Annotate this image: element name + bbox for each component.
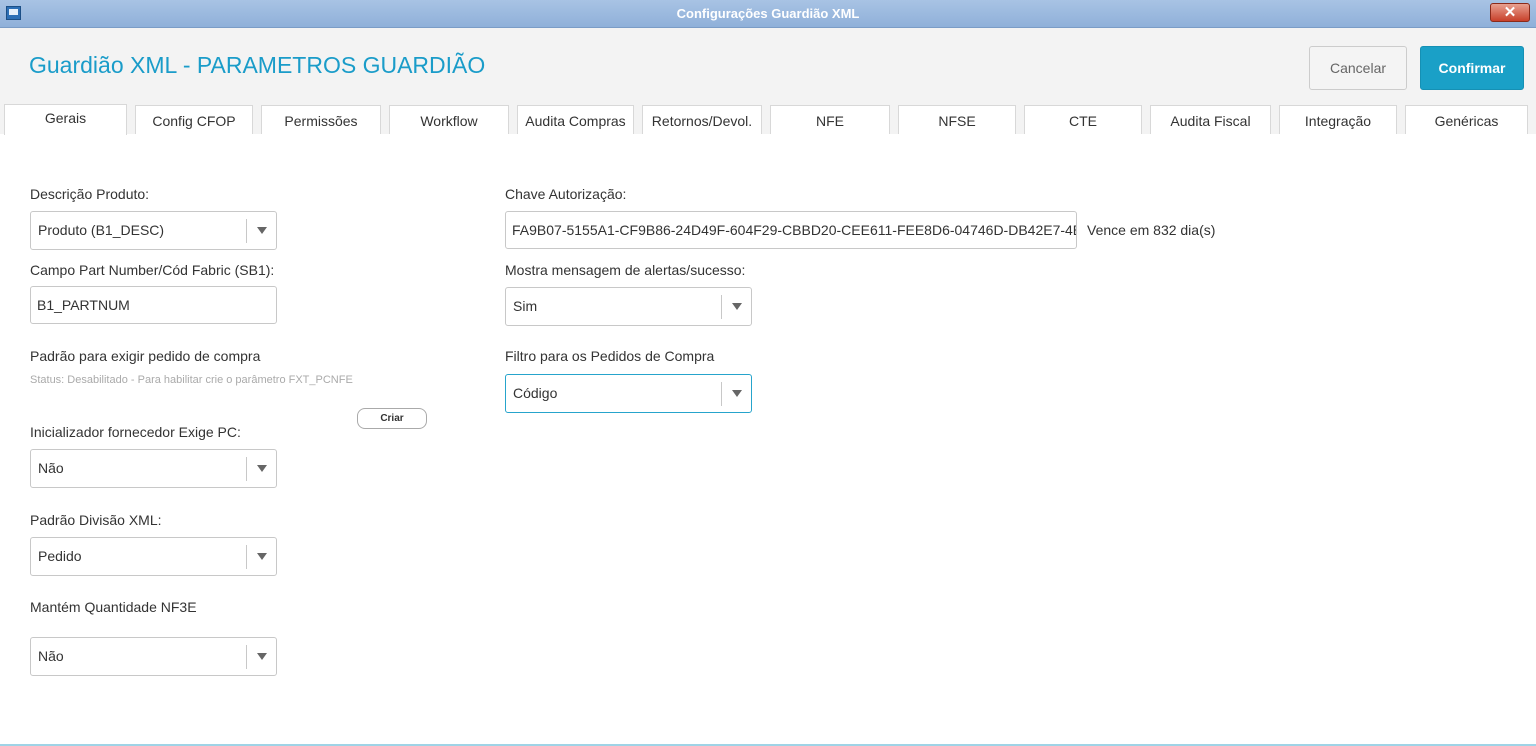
campo-part-number-input[interactable]: B1_PARTNUM xyxy=(30,286,277,324)
select-divider xyxy=(246,457,247,481)
chevron-down-icon xyxy=(257,553,267,560)
cancel-button[interactable]: Cancelar xyxy=(1309,46,1407,90)
chave-autorizacao-input[interactable]: FA9B07-5155A1-CF9B86-24D49F-604F29-CBBD2… xyxy=(505,211,1077,249)
divisao-xml-select[interactable]: Pedido xyxy=(30,537,277,576)
tab-genericas[interactable]: Genéricas xyxy=(1405,105,1528,135)
dialog-header: Guardião XML - PARAMETROS GUARDIÃO Cance… xyxy=(0,28,1536,104)
chevron-down-icon xyxy=(257,227,267,234)
tab-permissoes[interactable]: Permissões xyxy=(261,105,381,135)
page-title: Guardião XML - PARAMETROS GUARDIÃO xyxy=(29,52,486,78)
divisao-xml-label: Padrão Divisão XML: xyxy=(30,512,162,528)
select-divider xyxy=(246,545,247,569)
tab-nfse[interactable]: NFSE xyxy=(898,105,1016,135)
padrao-pedido-label: Padrão para exigir pedido de compra xyxy=(30,348,261,364)
filtro-pedidos-label: Filtro para os Pedidos de Compra xyxy=(505,348,715,364)
mostra-mensagem-label: Mostra mensagem de alertas/sucesso: xyxy=(505,262,746,278)
select-divider xyxy=(246,645,247,669)
tab-bar: Gerais Config CFOP Permissões Workflow A… xyxy=(0,104,1536,135)
window-titlebar: Configurações Guardião XML ✕ xyxy=(0,0,1536,28)
divisao-xml-value: Pedido xyxy=(38,548,82,564)
inicializador-select[interactable]: Não xyxy=(30,449,277,488)
inicializador-label: Inicializador fornecedor Exige PC: xyxy=(30,424,241,440)
chave-autorizacao-label: Chave Autorização: xyxy=(505,186,627,202)
campo-part-number-label: Campo Part Number/Cód Fabric (SB1): xyxy=(30,262,275,278)
confirm-button[interactable]: Confirmar xyxy=(1420,46,1524,90)
tab-retornos-devol[interactable]: Retornos/Devol. xyxy=(642,105,762,135)
tab-cte[interactable]: CTE xyxy=(1024,105,1142,135)
tab-gerais[interactable]: Gerais xyxy=(4,104,127,135)
mantem-qtd-select[interactable]: Não xyxy=(30,637,277,676)
chevron-down-icon xyxy=(257,653,267,660)
select-divider xyxy=(721,295,722,319)
mostra-mensagem-value: Sim xyxy=(513,298,538,314)
descricao-produto-label: Descrição Produto: xyxy=(30,186,150,202)
chevron-down-icon xyxy=(732,303,742,310)
chevron-down-icon xyxy=(257,465,267,472)
mostra-mensagem-select[interactable]: Sim xyxy=(505,287,752,326)
close-window-button[interactable]: ✕ xyxy=(1490,3,1530,22)
select-divider xyxy=(721,382,722,406)
chave-expiry-text: Vence em 832 dia(s) xyxy=(1087,222,1216,238)
descricao-produto-select[interactable]: Produto (B1_DESC) xyxy=(30,211,277,250)
tab-integracao[interactable]: Integração xyxy=(1279,105,1397,135)
tab-audita-compras[interactable]: Audita Compras xyxy=(517,105,634,135)
tab-config-cfop[interactable]: Config CFOP xyxy=(135,105,253,135)
criar-parametro-button[interactable]: Criar xyxy=(357,408,427,429)
mantem-qtd-label: Mantém Quantidade NF3E xyxy=(30,599,197,615)
inicializador-value: Não xyxy=(38,460,64,476)
select-divider xyxy=(246,219,247,243)
chevron-down-icon xyxy=(732,390,742,397)
filtro-pedidos-select[interactable]: Código xyxy=(505,374,752,413)
filtro-pedidos-value: Código xyxy=(513,385,558,401)
tab-audita-fiscal[interactable]: Audita Fiscal xyxy=(1150,105,1271,135)
window-title: Configurações Guardião XML xyxy=(676,6,860,21)
descricao-produto-value: Produto (B1_DESC) xyxy=(38,222,165,238)
mantem-qtd-value: Não xyxy=(38,648,64,664)
padrao-pedido-status-hint: Status: Desabilitado - Para habilitar cr… xyxy=(30,374,353,386)
tab-workflow[interactable]: Workflow xyxy=(389,105,509,135)
tab-nfe[interactable]: NFE xyxy=(770,105,890,135)
